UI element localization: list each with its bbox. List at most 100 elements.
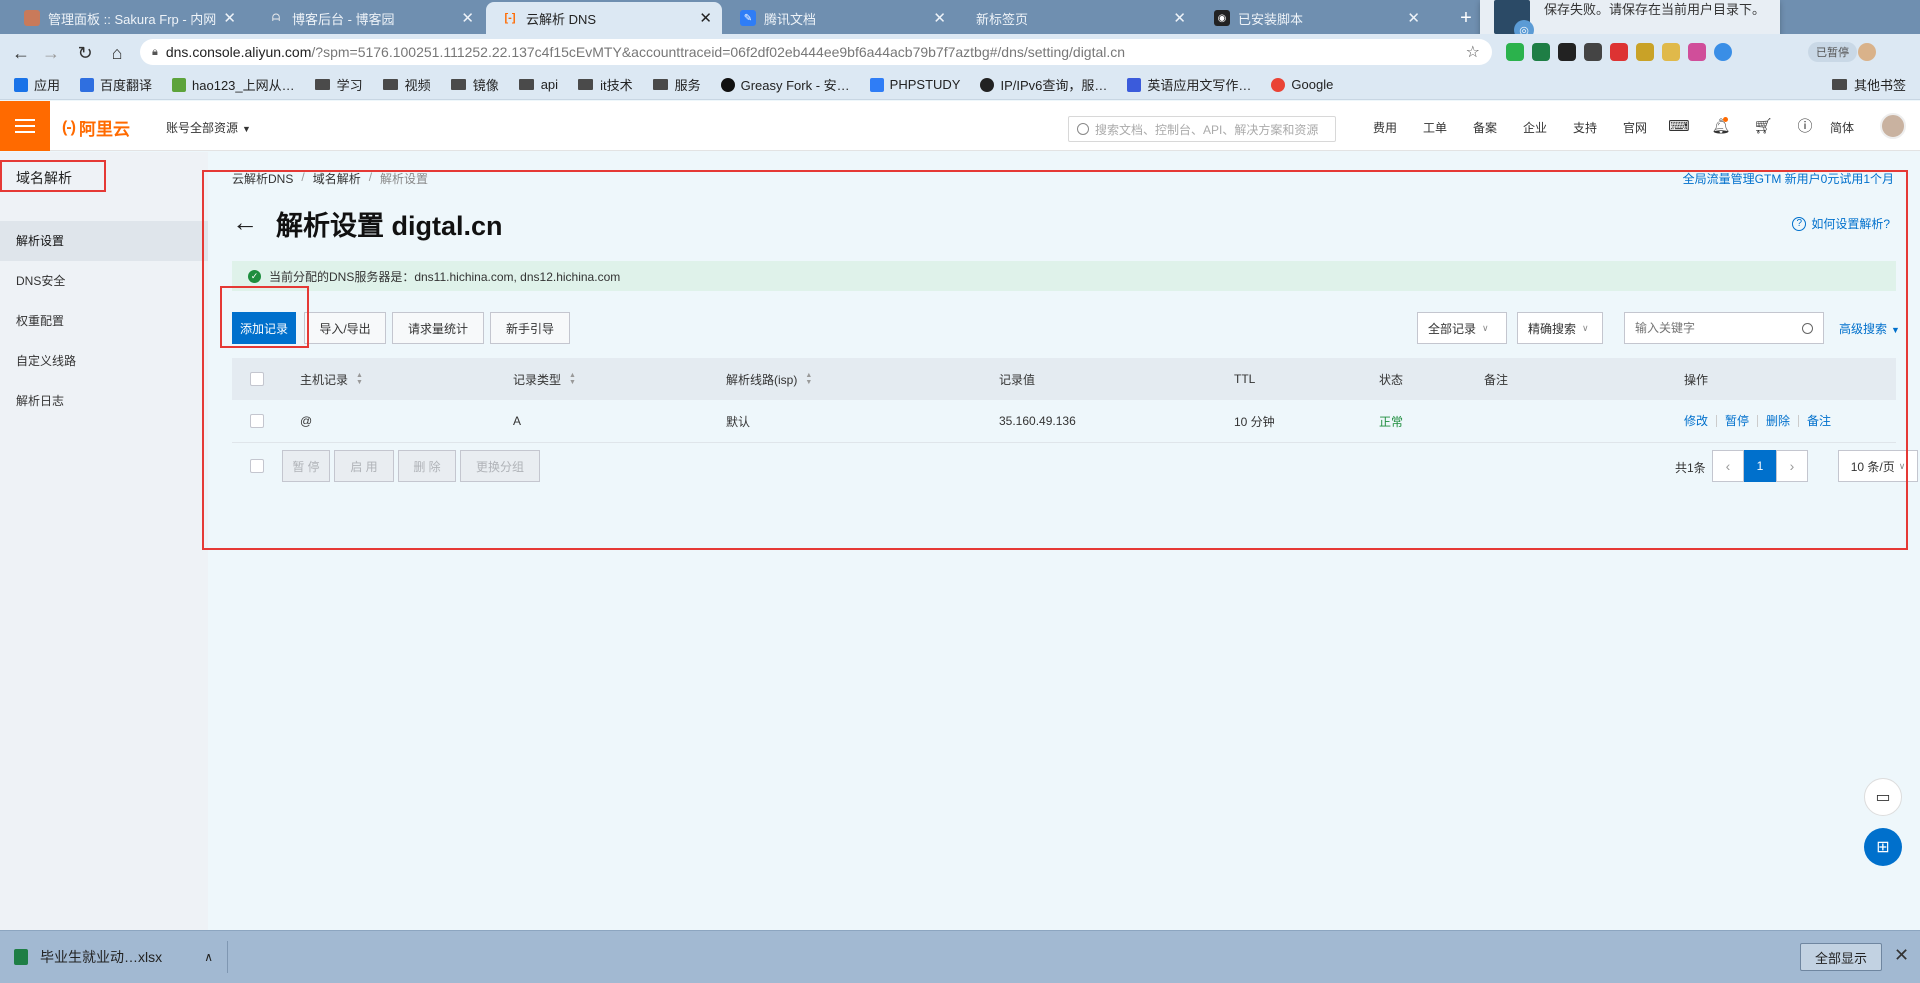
bookmark-apps[interactable]: 应用 — [14, 75, 60, 94]
sidebar-item-dns-settings[interactable]: 解析设置 — [0, 221, 208, 261]
bookmark-item[interactable]: Greasy Fork - 安… — [720, 75, 850, 94]
bell-icon[interactable]: 🔔︎ — [1700, 116, 1742, 135]
lock-icon: 🔒︎ — [152, 45, 158, 58]
close-icon[interactable]: ✕ — [1173, 9, 1186, 27]
extension-icon[interactable] — [1584, 43, 1602, 61]
bookmark-label: it技术 — [600, 78, 633, 93]
folder-icon — [518, 79, 534, 90]
tampermonkey-icon[interactable] — [1558, 43, 1576, 61]
sidebar-item-resolve-logs[interactable]: 解析日志 — [0, 381, 208, 421]
nav-support[interactable]: 支持 — [1560, 119, 1610, 136]
chat-bubble-icon[interactable]: ▭ — [1864, 778, 1902, 816]
global-search-input[interactable]: 搜索文档、控制台、API、解决方案和资源 — [1068, 116, 1336, 142]
extension-icon[interactable] — [1506, 43, 1524, 61]
home-icon[interactable]: ⌂ — [106, 42, 128, 64]
browser-tab-active[interactable]: [-] 云解析 DNS ✕ — [486, 2, 722, 34]
forward-icon[interactable]: → — [40, 42, 62, 64]
nav-official-site[interactable]: 官网 — [1610, 119, 1660, 136]
bookmarks-bar: 应用 百度翻译 hao123_上网从… 学习 视频 镜像 api it技术 服务… — [0, 70, 1920, 100]
back-icon[interactable]: ← — [10, 42, 32, 64]
nav-icp[interactable]: 备案 — [1460, 119, 1510, 136]
chevron-up-icon[interactable]: ∧ — [204, 950, 213, 964]
nav-billing[interactable]: 费用 — [1360, 119, 1410, 136]
nav-tickets[interactable]: 工单 — [1410, 119, 1460, 136]
download-bar: 毕业生就业动…xlsx ∧ 全部显示 ✕ — [0, 930, 1920, 983]
tab-title: 腾讯文档 — [764, 11, 817, 27]
bookmark-item[interactable]: PHPSTUDY — [869, 77, 961, 92]
download-item[interactable]: 毕业生就业动…xlsx ∧ — [14, 941, 228, 973]
tampermonkey-favicon-icon: ◉ — [1214, 10, 1230, 26]
browser-tab[interactable]: 新标签页 ✕ — [960, 2, 1196, 34]
bookmark-item[interactable]: Google — [1271, 77, 1333, 92]
notification-dot — [1723, 116, 1728, 122]
other-bookmarks[interactable]: 其他书签 — [1831, 75, 1906, 94]
account-resources-dropdown[interactable]: 账号全部资源 ▼ — [166, 119, 251, 136]
phpstudy-icon — [869, 77, 884, 92]
apps-grid-icon — [14, 77, 28, 92]
bookmark-folder[interactable]: api — [518, 77, 558, 92]
cart-icon[interactable]: 🛒︎ — [1742, 117, 1784, 135]
show-all-downloads-button[interactable]: 全部显示 — [1800, 943, 1882, 971]
bookmark-folder[interactable]: 视频 — [382, 75, 431, 94]
extension-icon[interactable] — [1636, 43, 1654, 61]
close-icon[interactable]: ✕ — [933, 9, 946, 27]
bookmark-folder[interactable]: it技术 — [578, 75, 633, 94]
browser-tab[interactable]: 管理面板 :: Sakura Frp - 内网穿 ✕ — [8, 2, 246, 34]
bookmark-label: 英语应用文写作… — [1147, 78, 1252, 93]
browser-tab[interactable]: ✎ 腾讯文档 ✕ — [724, 2, 956, 34]
new-tab-button[interactable]: + — [1452, 4, 1480, 32]
top-nav: 费用 工单 备案 企业 支持 官网 — [1360, 119, 1660, 136]
aliyun-logo[interactable]: (-) 阿里云 — [62, 115, 130, 140]
user-avatar[interactable] — [1880, 113, 1906, 139]
close-icon[interactable]: ✕ — [1894, 945, 1909, 966]
sidebar-item-weight-config[interactable]: 权重配置 — [0, 301, 208, 341]
close-icon[interactable]: ✕ — [1407, 9, 1420, 27]
notification-thumbnail: ◎ — [1494, 0, 1534, 40]
sidebar-item-custom-lines[interactable]: 自定义线路 — [0, 341, 208, 381]
bookmark-folder[interactable]: 服务 — [652, 75, 701, 94]
browser-tab[interactable]: ◉ 已安装脚本 ✕ — [1198, 2, 1430, 34]
bookmark-label: 百度翻译 — [100, 78, 153, 93]
logo-text: 阿里云 — [78, 120, 130, 139]
extension-icon[interactable] — [1610, 43, 1628, 61]
cnblogs-favicon-icon: ᗩ — [268, 10, 284, 26]
baidu-translate-icon — [80, 77, 95, 92]
baidu-paw-icon — [1127, 77, 1142, 92]
menu-icon[interactable] — [0, 101, 50, 151]
close-icon[interactable]: ✕ — [223, 9, 236, 27]
extension-icon[interactable] — [1714, 43, 1732, 61]
folder-icon — [652, 79, 668, 90]
bookmark-item[interactable]: 英语应用文写作… — [1127, 75, 1251, 94]
extension-icon[interactable] — [1532, 43, 1550, 61]
terminal-icon[interactable]: ⌨ — [1658, 117, 1700, 135]
ip-lookup-icon — [980, 77, 995, 92]
sidebar-item-dns-security[interactable]: DNS安全 — [0, 261, 208, 301]
close-icon[interactable]: ✕ — [699, 9, 712, 27]
browser-tab[interactable]: ᗩ 博客后台 - 博客园 ✕ — [252, 2, 484, 34]
aliyun-favicon-icon: [-] — [504, 12, 516, 24]
folder-icon — [314, 79, 330, 90]
extension-icon[interactable] — [1688, 43, 1706, 61]
close-icon[interactable]: ✕ — [461, 9, 474, 27]
bookmark-folder[interactable]: 学习 — [314, 75, 363, 94]
bookmark-item[interactable]: IP/IPv6查询，服… — [980, 75, 1107, 94]
extension-icon[interactable] — [1662, 43, 1680, 61]
bookmark-item[interactable]: 百度翻译 — [80, 75, 152, 94]
reload-icon[interactable]: ↻ — [74, 42, 96, 64]
sakura-favicon-icon — [24, 10, 40, 26]
profile-sync-status[interactable]: 已暂停 — [1808, 42, 1857, 62]
bookmark-folder[interactable]: 镜像 — [450, 75, 499, 94]
bookmark-label: PHPSTUDY — [889, 77, 961, 92]
apps-icon[interactable]: ⊞ — [1864, 828, 1902, 866]
bookmark-item[interactable]: hao123_上网从… — [172, 75, 295, 94]
bookmark-star-icon[interactable]: ☆ — [1466, 42, 1480, 62]
bookmark-label: Greasy Fork - 安… — [740, 78, 850, 93]
nav-enterprise[interactable]: 企业 — [1510, 119, 1560, 136]
annotation-box-sidebar-title — [0, 160, 106, 192]
address-bar[interactable]: 🔒︎ dns.console.aliyun.com/?spm=5176.1002… — [140, 39, 1492, 65]
profile-avatar[interactable] — [1858, 43, 1876, 61]
help-icon[interactable]: ⓘ — [1784, 115, 1826, 136]
folder-icon — [450, 79, 466, 90]
greasyfork-icon — [720, 77, 735, 92]
language-switch[interactable]: 简体 — [1830, 119, 1854, 136]
